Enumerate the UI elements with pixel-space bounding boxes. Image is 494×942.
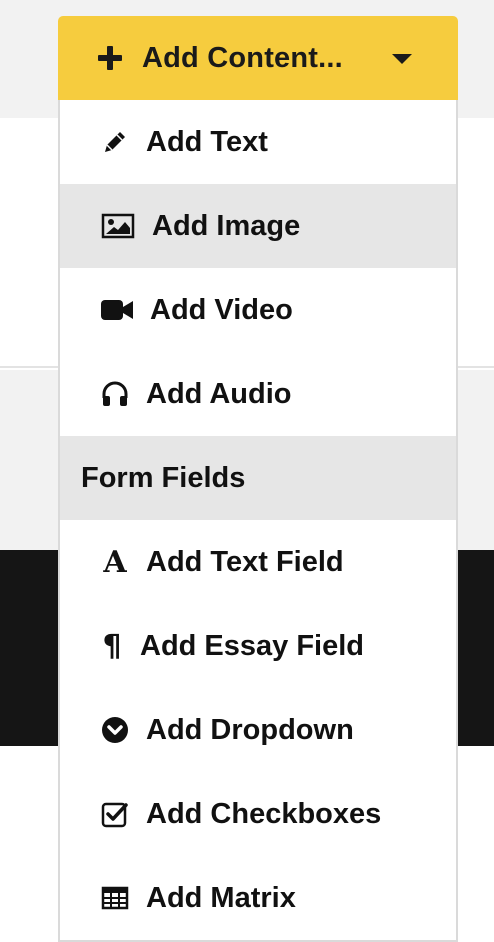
- menu-item-label: Add Text Field: [146, 545, 344, 578]
- menu-item-label: Add Audio: [146, 377, 292, 410]
- paragraph-glyph: ¶: [102, 628, 122, 664]
- checkbox-icon: [100, 799, 130, 829]
- add-content-menu: Add Text Add Image Add Video Add Audio F…: [58, 100, 458, 942]
- font-icon: A: [100, 544, 130, 580]
- menu-item-add-checkboxes[interactable]: Add Checkboxes: [60, 772, 456, 856]
- menu-item-label: Add Dropdown: [146, 713, 354, 746]
- menu-item-label: Add Essay Field: [140, 629, 365, 662]
- section-header-label: Form Fields: [81, 461, 246, 494]
- menu-item-add-image[interactable]: Add Image: [60, 184, 456, 268]
- plus-icon: [98, 46, 122, 70]
- font-glyph: A: [103, 544, 127, 580]
- menu-item-add-essay-field[interactable]: ¶ Add Essay Field: [60, 604, 456, 688]
- menu-item-label: Add Matrix: [146, 881, 296, 914]
- menu-item-label: Add Text: [146, 125, 268, 158]
- menu-item-add-dropdown[interactable]: Add Dropdown: [60, 688, 456, 772]
- menu-item-add-video[interactable]: Add Video: [60, 268, 456, 352]
- menu-item-label: Add Image: [152, 209, 301, 242]
- pencil-icon: [100, 127, 130, 157]
- add-content-label: Add Content...: [142, 41, 343, 74]
- menu-item-add-audio[interactable]: Add Audio: [60, 352, 456, 436]
- chevron-circle-down-icon: [100, 715, 130, 745]
- image-icon: [100, 211, 136, 241]
- caret-down-icon: [392, 54, 412, 64]
- menu-item-label: Add Checkboxes: [146, 797, 382, 830]
- menu-item-add-text[interactable]: Add Text: [60, 100, 456, 184]
- menu-item-add-text-field[interactable]: A Add Text Field: [60, 520, 456, 604]
- menu-item-add-matrix[interactable]: Add Matrix: [60, 856, 456, 940]
- menu-item-label: Add Video: [150, 293, 293, 326]
- table-icon: [100, 883, 130, 913]
- headphones-icon: [100, 379, 130, 409]
- video-camera-icon: [100, 295, 134, 325]
- form-fields-header: Form Fields: [60, 436, 456, 520]
- add-content-button[interactable]: Add Content...: [58, 16, 458, 100]
- paragraph-icon: ¶: [100, 628, 124, 664]
